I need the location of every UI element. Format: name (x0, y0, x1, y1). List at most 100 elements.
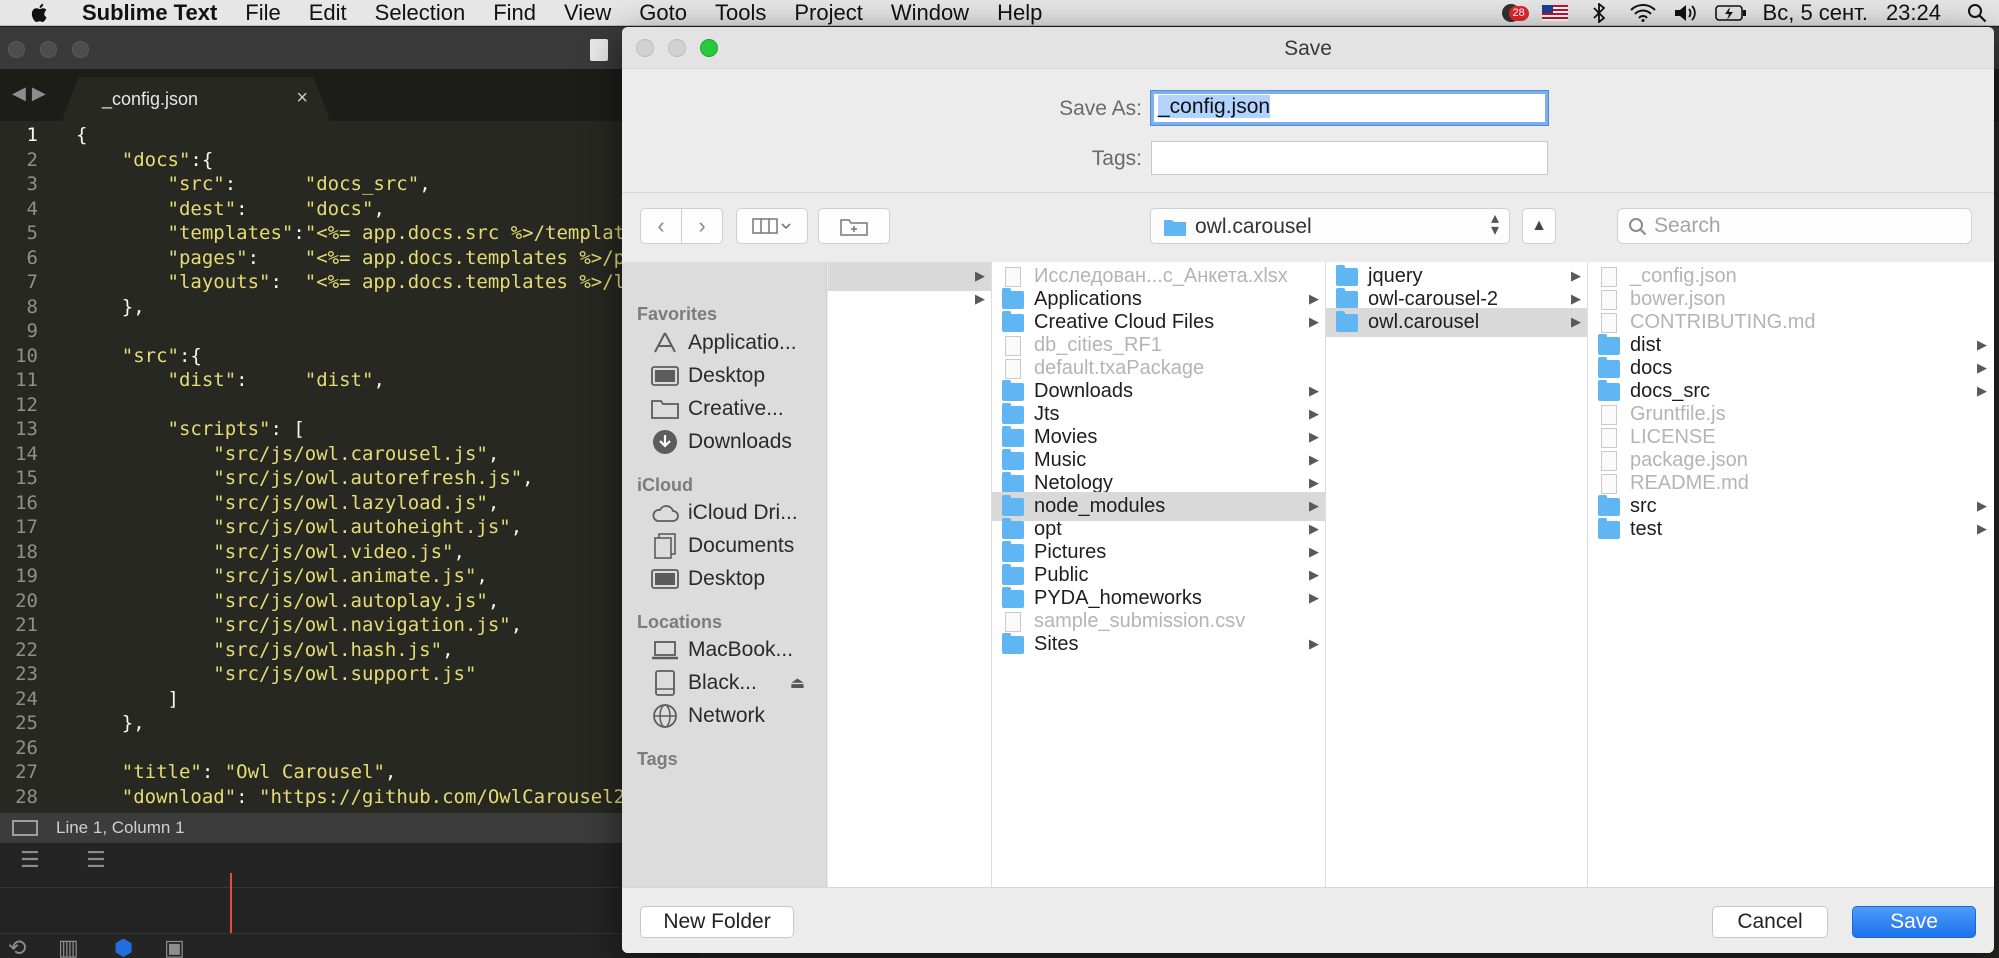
menu-window[interactable]: Window (877, 0, 983, 26)
sidebar-item-network[interactable]: Network (622, 700, 826, 732)
tab-config-json[interactable]: _config.json × (62, 77, 330, 121)
code-line[interactable]: 10 "src":{ (0, 344, 700, 369)
path-popup[interactable]: owl.carousel ▴ ▾ (1150, 208, 1510, 244)
sidebar-item-creative[interactable]: Creative... (622, 393, 826, 425)
code-line[interactable]: 14 "src/js/owl.carousel.js", (0, 442, 700, 467)
code-line[interactable]: 23 "src/js/owl.support.js" (0, 662, 700, 687)
collapse-dialog-button[interactable]: ▲ (1522, 208, 1556, 244)
code-line[interactable]: 8 }, (0, 295, 700, 320)
code-line[interactable]: 5 "templates":"<%= app.docs.src %>/templ… (0, 221, 700, 246)
code-line[interactable]: 21 "src/js/owl.navigation.js", (0, 613, 700, 638)
new-folder-button[interactable]: New Folder (640, 906, 794, 938)
tab-nav-arrows-icon[interactable]: ◀▶ (12, 83, 52, 104)
chevron-right-icon: ▶ (1309, 544, 1319, 559)
search-box[interactable] (1617, 208, 1972, 244)
code-line[interactable]: 16 "src/js/owl.lazyload.js", (0, 491, 700, 516)
shield-icon[interactable]: ⬢ (114, 935, 133, 958)
code-line[interactable]: 11 "dist": "dist", (0, 368, 700, 393)
tags-field[interactable] (1151, 141, 1548, 175)
list-item-user[interactable]: ▶ (828, 285, 991, 314)
code-line[interactable]: 13 "scripts": [ (0, 417, 700, 442)
waveform-icon[interactable]: ▥ (58, 935, 79, 958)
sidebar-item-applications[interactable]: Applicatio... (622, 327, 826, 359)
tab-close-icon[interactable]: × (296, 87, 308, 110)
sidebar-item-documents[interactable]: Documents (622, 530, 826, 562)
view-mode-button[interactable] (736, 208, 808, 244)
menu-help[interactable]: Help (983, 0, 1056, 26)
menu-goto[interactable]: Goto (625, 0, 701, 26)
app-name-menu[interactable]: Sublime Text (62, 0, 231, 26)
apple-menu-icon[interactable] (18, 0, 62, 26)
search-input[interactable] (1654, 213, 1954, 239)
code-line[interactable]: 25 }, (0, 711, 700, 736)
code-line[interactable]: 28 "download": "https://github.com/OwlCa… (0, 785, 700, 810)
code-line[interactable]: 24 ] (0, 687, 700, 712)
back-button[interactable]: ‹ (640, 208, 682, 244)
code-line[interactable]: 17 "src/js/owl.autoheight.js", (0, 515, 700, 540)
code-line[interactable]: 9 (0, 319, 700, 344)
code-line[interactable]: 22 "src/js/owl.hash.js", (0, 638, 700, 663)
sidebar-item-label: iCloud Dri... (688, 501, 798, 524)
panel-toggle-icon[interactable] (12, 820, 38, 836)
us-flag-icon[interactable] (1533, 0, 1577, 26)
menu-tools[interactable]: Tools (701, 0, 780, 26)
menu-view[interactable]: View (550, 0, 625, 26)
magnet-icon[interactable]: ⟲ (8, 935, 26, 958)
sidebar-item-macbook[interactable]: MacBook... (622, 634, 826, 666)
save-as-field[interactable]: _config.json (1151, 91, 1548, 125)
code-line[interactable]: 27 "title": "Owl Carousel", (0, 760, 700, 785)
add-track-icon[interactable]: ▣ (164, 935, 185, 958)
notification-app-icon[interactable]: 28 (1489, 0, 1533, 26)
code-line[interactable]: 1{ (0, 123, 700, 148)
code-line[interactable]: 19 "src/js/owl.animate.js", (0, 564, 700, 589)
sidebar-item-downloads[interactable]: Downloads (622, 426, 826, 458)
menubar-time[interactable]: 23:24 (1878, 0, 1955, 26)
code-line[interactable]: 7 "layouts": "<%= app.docs.templates %>/… (0, 270, 700, 295)
folder-list-item[interactable]: owl.carousel ▶ (1326, 308, 1587, 337)
code-line[interactable]: 4 "dest": "docs", (0, 197, 700, 222)
code-line[interactable]: 3 "src": "docs_src", (0, 172, 700, 197)
menu-project[interactable]: Project (780, 0, 876, 26)
sidebar-item-icloud-desktop[interactable]: Desktop (622, 563, 826, 595)
folder-list-item[interactable]: test ▶ (1588, 515, 1993, 544)
save-button[interactable]: Save (1852, 906, 1976, 938)
cancel-button[interactable]: Cancel (1712, 906, 1828, 938)
menu-file[interactable]: File (231, 0, 294, 26)
wifi-icon[interactable] (1621, 0, 1665, 26)
menubar-date[interactable]: Вс, 5 сент. (1753, 0, 1878, 26)
folder-icon (1002, 379, 1024, 401)
sidebar-item-label: Desktop (688, 364, 766, 387)
sidebar-item-icloud-drive[interactable]: iCloud Dri... (622, 497, 826, 529)
line-number: 26 (15, 736, 38, 759)
forward-button[interactable]: › (681, 208, 723, 244)
code-line[interactable]: 15 "src/js/owl.autorefresh.js", (0, 466, 700, 491)
sidebar-item-desktop[interactable]: Desktop (622, 360, 826, 392)
bluetooth-icon[interactable] (1577, 0, 1621, 26)
code-line[interactable]: 26 (0, 736, 700, 761)
code-line[interactable]: 12 (0, 393, 700, 418)
code-editor[interactable]: 1{2 "docs":{3 "src": "docs_src", 4 "dest"… (0, 123, 700, 813)
eject-icon[interactable]: ⏏ (790, 673, 805, 693)
spotlight-search-icon[interactable] (1955, 0, 1999, 26)
battery-icon[interactable] (1709, 0, 1753, 26)
menu-find[interactable]: Find (479, 0, 550, 26)
editor-close-button[interactable] (8, 41, 25, 58)
sidebar-section-tags: Tags (637, 749, 678, 769)
file-icon (1601, 427, 1617, 448)
code-line[interactable]: 20 "src/js/owl.autoplay.js", (0, 589, 700, 614)
menu-selection[interactable]: Selection (361, 0, 480, 26)
editor-zoom-button[interactable] (72, 41, 89, 58)
sidebar-item-black-drive[interactable]: Black... ⏏ (622, 667, 826, 699)
menu-edit[interactable]: Edit (295, 0, 361, 26)
folder-list-item[interactable]: Sites ▶ (992, 630, 1325, 659)
new-folder-toolbar-button[interactable] (818, 208, 890, 244)
code-line[interactable]: 6 "pages": "<%= app.docs.templates %>/pa… (0, 246, 700, 271)
code-line[interactable]: 18 "src/js/owl.video.js", (0, 540, 700, 565)
code-line[interactable]: 2 "docs":{ (0, 148, 700, 173)
list-sort-icon[interactable]: ☰ (86, 847, 106, 873)
editor-minimize-button[interactable] (40, 41, 57, 58)
line-number: 17 (15, 516, 38, 538)
volume-icon[interactable] (1665, 0, 1709, 26)
list-filter-icon[interactable]: ☰ (20, 847, 40, 873)
chevron-right-icon: ▶ (1571, 314, 1581, 329)
